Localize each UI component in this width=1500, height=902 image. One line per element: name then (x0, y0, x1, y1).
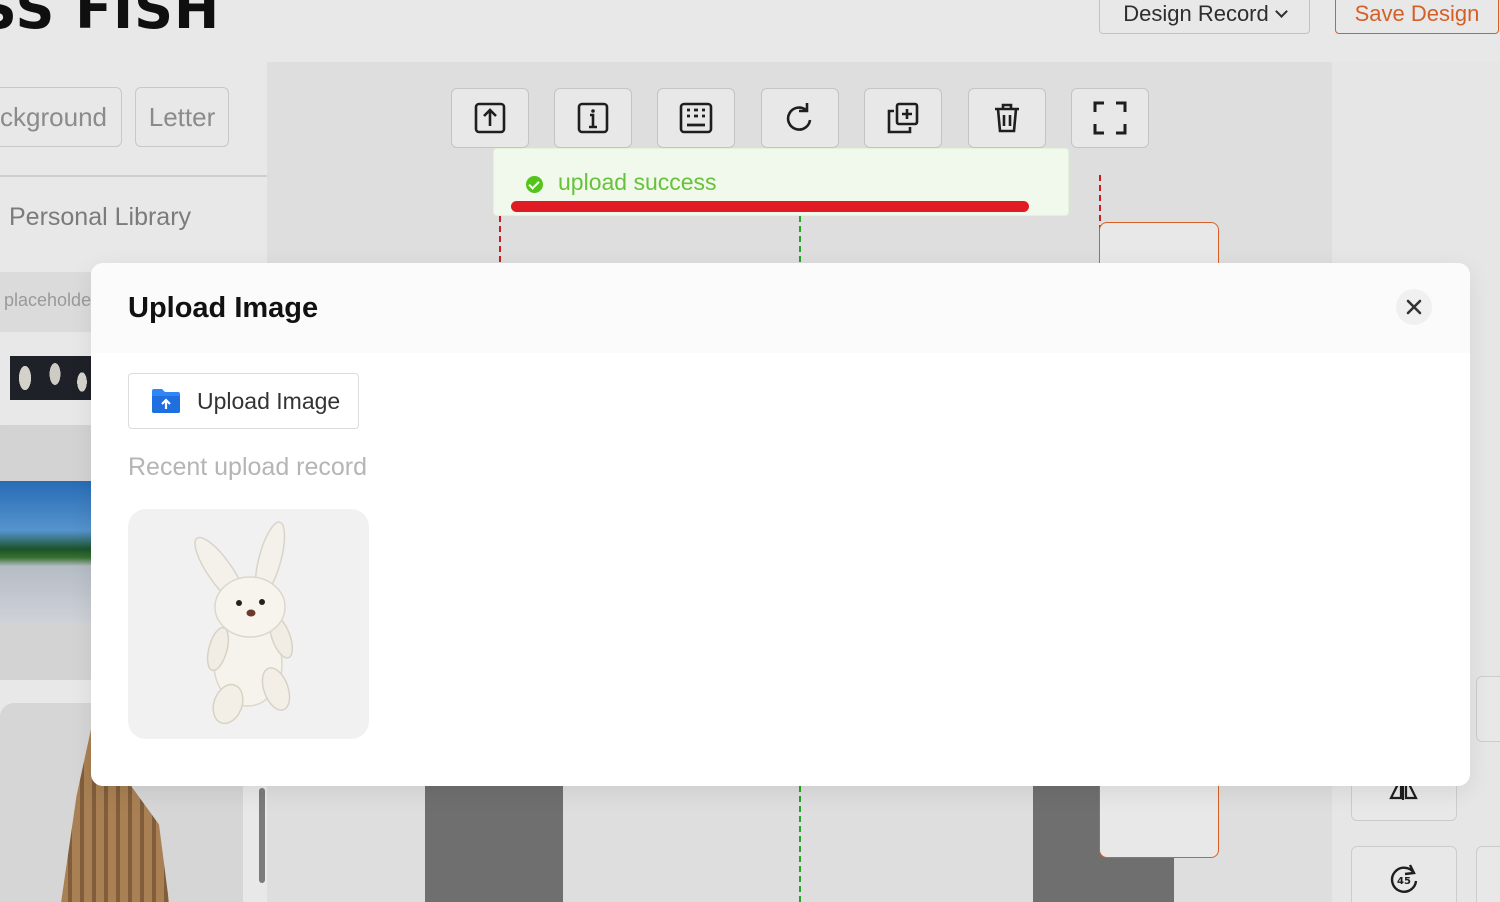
upload-image-modal: Upload Image Upload Image Recent upload … (91, 263, 1470, 786)
folder-upload-icon (152, 389, 180, 413)
app-window: SS FISH Design Record Save Design ckgrou… (0, 0, 1500, 902)
success-check-icon (526, 176, 543, 193)
close-icon (1406, 299, 1422, 315)
recent-upload-label: Recent upload record (128, 453, 368, 481)
upload-image-button[interactable]: Upload Image (128, 373, 359, 429)
close-button[interactable] (1396, 289, 1432, 325)
plush-bunny-image (194, 521, 294, 724)
highlight-underline (511, 201, 1029, 212)
upload-image-button-label: Upload Image (197, 387, 341, 414)
toast-message: upload success (558, 169, 717, 195)
recent-upload-item[interactable] (128, 509, 369, 739)
upload-success-toast: upload success (493, 148, 1069, 216)
modal-title: Upload Image (128, 292, 319, 324)
